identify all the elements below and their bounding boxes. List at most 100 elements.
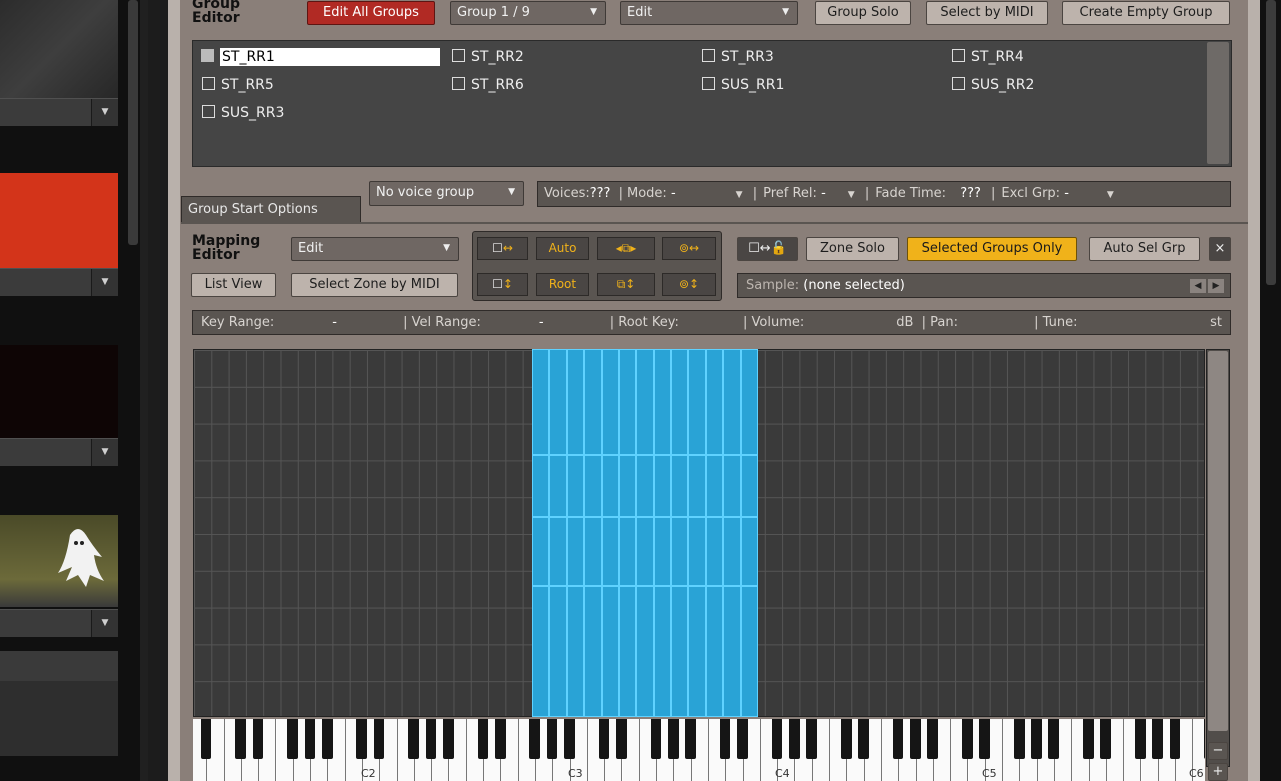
black-key[interactable]: [667, 719, 679, 759]
group-start-options-tab[interactable]: Group Start Options: [181, 196, 361, 223]
root-button[interactable]: Root: [536, 273, 589, 296]
zone[interactable]: [618, 586, 637, 717]
group-item[interactable]: ST_RR5: [202, 76, 274, 94]
zone[interactable]: [740, 349, 758, 455]
chevron-down-icon[interactable]: ▼: [1107, 190, 1114, 200]
mode-value[interactable]: -: [671, 186, 676, 201]
black-key[interactable]: [1204, 719, 1205, 759]
prev-sample-icon[interactable]: ◀: [1190, 279, 1206, 293]
black-key[interactable]: [892, 719, 904, 759]
black-key[interactable]: [200, 719, 212, 759]
zoom-out-icon[interactable]: −: [1208, 742, 1228, 760]
zone[interactable]: [671, 455, 689, 517]
left-dropdown-4[interactable]: ▼: [0, 609, 118, 637]
black-key[interactable]: [529, 719, 541, 759]
zone[interactable]: [618, 517, 637, 586]
black-key[interactable]: [979, 719, 990, 759]
zone[interactable]: [705, 455, 724, 517]
zone[interactable]: [688, 455, 706, 517]
group-solo-button[interactable]: Group Solo: [815, 1, 911, 25]
zone-solo-button[interactable]: Zone Solo: [806, 237, 899, 261]
zone[interactable]: [671, 517, 689, 586]
zone[interactable]: [636, 517, 654, 586]
zone[interactable]: [584, 586, 602, 717]
black-key[interactable]: [806, 719, 817, 759]
zone[interactable]: [705, 586, 724, 717]
group-select-dropdown[interactable]: Group 1 / 9 ▼: [450, 1, 606, 25]
black-key[interactable]: [252, 719, 264, 759]
mapping-edit-dropdown[interactable]: Edit ▼: [291, 237, 459, 261]
black-key[interactable]: [1013, 719, 1025, 759]
black-key[interactable]: [685, 719, 696, 759]
black-key[interactable]: [1169, 719, 1181, 759]
black-key[interactable]: [1031, 719, 1042, 759]
checkbox-icon[interactable]: [702, 49, 715, 62]
zone[interactable]: [653, 455, 672, 517]
group-item[interactable]: ST_RR2: [452, 48, 524, 66]
move-horizontal-icon[interactable]: ◂⧉▸: [597, 237, 655, 260]
group-item[interactable]: SUS_RR1: [702, 76, 784, 94]
left-dropdown-2[interactable]: ▼: [0, 268, 118, 296]
black-key[interactable]: [564, 719, 575, 759]
checkbox-icon[interactable]: [952, 77, 965, 90]
zone[interactable]: [723, 517, 741, 586]
black-key[interactable]: [598, 719, 610, 759]
link-vertical-icon[interactable]: ⊚↕: [662, 273, 716, 296]
black-key[interactable]: [788, 719, 800, 759]
black-key[interactable]: [235, 719, 247, 759]
black-key[interactable]: [771, 719, 783, 759]
zone[interactable]: [740, 586, 758, 717]
black-key[interactable]: [304, 719, 316, 759]
voices-value[interactable]: ???: [590, 186, 611, 201]
list-view-button[interactable]: List View: [191, 273, 276, 297]
chevron-down-icon[interactable]: ▼: [848, 190, 855, 200]
black-key[interactable]: [737, 719, 748, 759]
zone[interactable]: [740, 455, 758, 517]
zone[interactable]: [601, 455, 619, 517]
left-dropdown-3[interactable]: ▼: [0, 438, 118, 466]
black-key[interactable]: [1048, 719, 1060, 759]
auto-button[interactable]: Auto: [536, 237, 589, 260]
zone[interactable]: [653, 517, 672, 586]
select-zone-by-midi-button[interactable]: Select Zone by MIDI: [291, 273, 458, 297]
zone[interactable]: [566, 455, 585, 517]
black-key[interactable]: [719, 719, 731, 759]
zone[interactable]: [688, 586, 706, 717]
zone[interactable]: [566, 349, 585, 455]
zone-block[interactable]: [532, 349, 758, 717]
black-key[interactable]: [858, 719, 869, 759]
black-key[interactable]: [287, 719, 298, 759]
stretch-horizontal-icon[interactable]: ☐↔: [477, 237, 528, 260]
edit-all-groups-button[interactable]: Edit All Groups: [307, 1, 435, 25]
zone[interactable]: [723, 455, 741, 517]
grid-scroll-thumb[interactable]: [1208, 351, 1228, 731]
stretch-vertical-icon[interactable]: ☐↕: [477, 273, 528, 296]
black-key[interactable]: [356, 719, 368, 759]
zone[interactable]: [566, 586, 585, 717]
vel-range-value[interactable]: -: [539, 315, 544, 330]
black-key[interactable]: [321, 719, 333, 759]
zone[interactable]: [532, 349, 550, 455]
zone[interactable]: [549, 517, 567, 586]
black-key[interactable]: [615, 719, 627, 759]
checkbox-icon[interactable]: [201, 49, 214, 62]
zone[interactable]: [688, 517, 706, 586]
zone[interactable]: [549, 349, 567, 455]
zone[interactable]: [549, 455, 567, 517]
checkbox-icon[interactable]: [952, 49, 965, 62]
move-vertical-icon[interactable]: ⧉↕: [597, 273, 655, 296]
group-item[interactable]: ST_RR1: [201, 48, 440, 66]
zone[interactable]: [723, 586, 741, 717]
black-key[interactable]: [408, 719, 420, 759]
zone[interactable]: [671, 586, 689, 717]
group-item[interactable]: ST_RR4: [952, 48, 1024, 66]
excl-grp-value[interactable]: -: [1064, 186, 1069, 201]
black-key[interactable]: [477, 719, 489, 759]
select-by-midi-button[interactable]: Select by MIDI: [926, 1, 1048, 25]
black-key[interactable]: [840, 719, 852, 759]
zone[interactable]: [723, 349, 741, 455]
zone[interactable]: [688, 349, 706, 455]
checkbox-icon[interactable]: [452, 77, 465, 90]
black-key[interactable]: [442, 719, 454, 759]
group-list-scrollbar[interactable]: [1207, 42, 1229, 164]
